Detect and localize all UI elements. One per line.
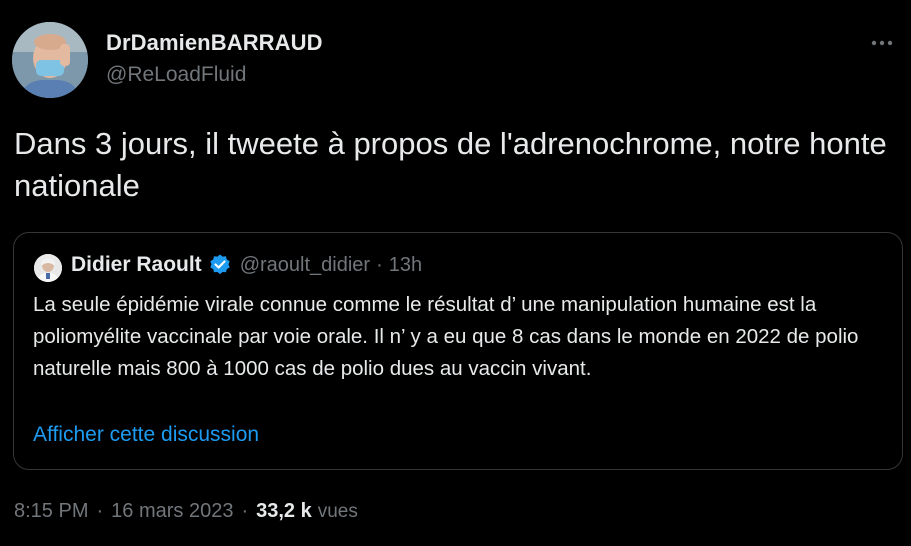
tweet-text: Dans 3 jours, il tweete à propos de l'ad… bbox=[14, 126, 887, 203]
show-thread-link[interactable]: Afficher cette discussion bbox=[33, 423, 259, 447]
quoted-author-handle[interactable]: @raoult_didier bbox=[240, 254, 370, 277]
more-options-button[interactable] bbox=[867, 28, 897, 58]
author-avatar-image bbox=[12, 22, 88, 98]
verified-badge-icon bbox=[208, 253, 232, 277]
author-handle[interactable]: @ReLoadFluid bbox=[106, 63, 246, 87]
quoted-tweet-header: Didier Raoult @raoult_didier · 13h bbox=[71, 253, 422, 277]
tweet-meta: 8:15 PM · 16 mars 2023 · 33,2 k vues bbox=[14, 500, 358, 523]
views-count[interactable]: 33,2 k bbox=[256, 500, 312, 523]
quoted-author-name[interactable]: Didier Raoult bbox=[71, 253, 202, 277]
views-label: vues bbox=[317, 501, 358, 522]
quoted-tweet-text: La seule épidémie virale connue comme le… bbox=[33, 293, 859, 380]
separator-dot: · bbox=[376, 253, 383, 276]
quoted-tweet-card[interactable]: Didier Raoult @raoult_didier · 13h La se… bbox=[13, 232, 903, 470]
quoted-author-avatar[interactable] bbox=[34, 254, 62, 282]
tweet-time[interactable]: 8:15 PM bbox=[14, 500, 88, 523]
author-name[interactable]: DrDamienBARRAUD bbox=[106, 30, 323, 56]
separator-dot: · bbox=[241, 500, 249, 522]
separator-dot: · bbox=[96, 500, 104, 522]
more-horizontal-icon bbox=[871, 40, 893, 46]
tweet-date[interactable]: 16 mars 2023 bbox=[111, 500, 233, 523]
quoted-tweet-time[interactable]: 13h bbox=[389, 254, 422, 277]
author-avatar[interactable] bbox=[12, 22, 88, 98]
quoted-author-avatar-image bbox=[34, 254, 62, 282]
